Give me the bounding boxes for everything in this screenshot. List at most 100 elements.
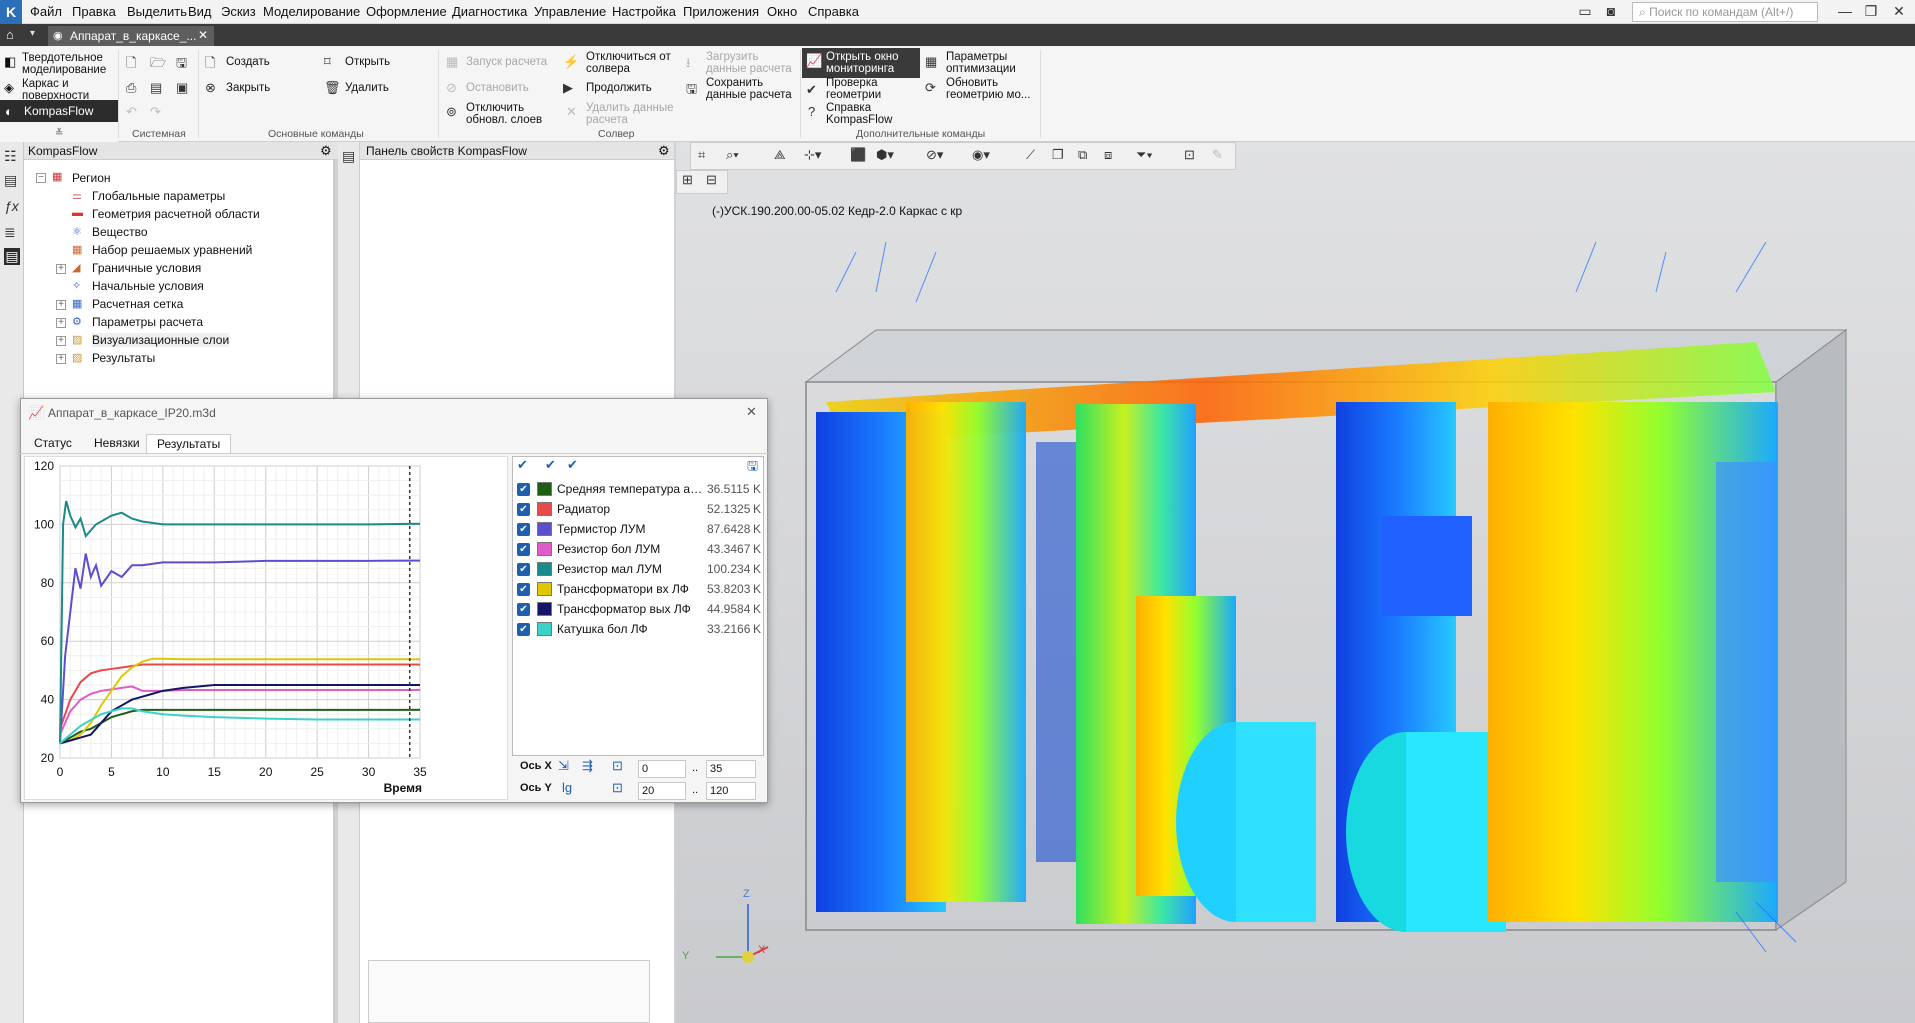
menu-sketch[interactable]: Эскиз [221,4,256,19]
y-max-input[interactable]: 120 [706,782,756,800]
print-icon[interactable]: ⎙ [126,80,136,96]
disable-layer-update-button[interactable]: Отключить обновл. слоев [466,102,556,126]
tree-item-results[interactable]: Результаты [92,351,155,365]
legend-row[interactable]: ✔ Резистор бол ЛУМ 43.3467 K [513,539,763,559]
legend-checkbox[interactable]: ✔ [517,623,530,636]
menu-edit[interactable]: Правка [72,4,116,19]
stop-button[interactable]: Остановить [466,82,529,94]
home-icon[interactable]: ⌂ [6,27,14,42]
close-window-icon[interactable]: ✕ [1886,1,1912,21]
gear-icon[interactable]: ⚙ [320,143,332,159]
expand-icon[interactable]: + [56,336,66,346]
gear-icon[interactable]: ⚙ [658,143,670,159]
tree-item-mesh[interactable]: Расчетная сетка [92,297,183,311]
save-all-icon[interactable]: ▣ [176,80,188,96]
x-axis-cursor-icon[interactable]: ⇲ [558,758,569,774]
menu-file[interactable]: Файл [30,4,62,19]
fx-icon[interactable]: ƒx [4,198,19,214]
list-icon[interactable]: ≣ [4,224,16,241]
expand-icon[interactable]: + [56,354,66,364]
x-axis-fit-icon[interactable]: ⊡ [612,758,623,774]
legend-row[interactable]: ✔ Средняя температура ап... 36.5115 K [513,479,763,499]
create-button[interactable]: Создать [226,56,270,68]
save-chart-icon[interactable]: 🖫 [747,457,758,479]
check-all-icon[interactable]: ✔ [517,457,528,473]
mode-solid-modeling[interactable]: Твердотельное моделирование [0,52,118,76]
mode-kompasflow[interactable]: KompasFlow [0,100,118,122]
results-line-chart[interactable]: 0 5 10 15 20 25 30 35 20 40 60 80 100 120 Время [24,456,508,800]
tab-status[interactable]: Статус [24,434,82,452]
check-geometry-button[interactable]: Проверка геометрии [826,77,918,101]
menu-help[interactable]: Справка [808,4,859,19]
menu-diagnostics[interactable]: Диагностика [452,4,527,19]
menu-view[interactable]: Вид [188,4,212,19]
optimization-params-button[interactable]: Параметры оптимизации [946,51,1036,75]
expand-icon[interactable]: + [56,318,66,328]
legend-row[interactable]: ✔ Термистор ЛУМ 87.6428 K [513,519,763,539]
legend-checkbox[interactable]: ✔ [517,543,530,556]
tree-item-calc-params[interactable]: Параметры расчета [92,315,203,329]
menu-window[interactable]: Окно [767,4,797,19]
update-geometry-button[interactable]: Обновить геометрию мо... [946,77,1040,101]
tab-document[interactable]: Аппарат_в_каркасе_... [48,26,214,46]
y-min-input[interactable]: 20 [638,782,686,800]
legend-row[interactable]: ✔ Трансформатор вых ЛФ 44.9584 K [513,599,763,619]
properties-panel-icon[interactable]: ▤ [342,148,355,165]
command-search-input[interactable]: ⌕ Поиск по командам (Alt+/) [1632,2,1818,22]
legend-checkbox[interactable]: ✔ [517,583,530,596]
collapse-root-icon[interactable]: − [36,173,46,183]
tree-item-substance[interactable]: Вещество [92,225,148,239]
legend-checkbox[interactable]: ✔ [517,523,530,536]
start-calc-button[interactable]: Запуск расчета [466,56,547,68]
uncheck-icon[interactable]: ✔ [567,457,578,473]
chevron-down-icon[interactable]: ▾ [30,28,35,39]
tree-root-region[interactable]: Регион [72,171,111,185]
new-file-icon[interactable]: 🗋 [126,54,136,76]
check-selected-icon[interactable]: ✔ [545,457,556,473]
layout-icon[interactable]: ▭ [1572,1,1598,21]
menu-design[interactable]: Оформление [366,4,447,19]
tab-residuals[interactable]: Невязки [84,434,150,452]
legend-checkbox[interactable]: ✔ [517,503,530,516]
menu-settings[interactable]: Настройка [612,4,676,19]
open-folder-icon[interactable]: 🗁 [150,54,166,76]
restore-icon[interactable]: ❐ [1858,1,1884,21]
legend-row[interactable]: ✔ Катушка бол ЛФ 33.2166 K [513,619,763,639]
menu-select[interactable]: Выделить [127,4,187,19]
close-tab-icon[interactable]: ✕ [198,28,208,42]
save-icon[interactable]: 🖫 [176,54,187,76]
delete-data-button[interactable]: Удалить данные расчета [586,102,682,126]
tree-item-geometry[interactable]: Геометрия расчетной области [92,207,260,221]
print-preview-icon[interactable]: ▤ [150,80,162,96]
x-axis-scale-icon[interactable]: ⇶ [582,758,593,774]
legend-row[interactable]: ✔ Радиатор 52.1325 K [513,499,763,519]
camera-icon[interactable]: ◙ [1598,1,1624,21]
tree-item-equations[interactable]: Набор решаемых уравнений [92,243,252,257]
legend-row[interactable]: ✔ Трансформатори вх ЛФ 53.8203 K [513,579,763,599]
close-button[interactable]: Закрыть [226,82,270,94]
kompasflow-panel-icon[interactable]: ▤ [4,248,20,265]
app-logo-icon[interactable]: K [0,0,22,24]
y-axis-fit-icon[interactable]: ⊡ [612,780,623,796]
menu-applications[interactable]: Приложения [683,4,759,19]
undo-icon[interactable]: ↶ [126,104,137,120]
x-min-input[interactable]: 0 [638,760,686,778]
expand-icon[interactable]: + [56,264,66,274]
legend-row[interactable]: ✔ Резистор мал ЛУМ 100.234 K [513,559,763,579]
tree-item-initial-conditions[interactable]: Начальные условия [92,279,204,293]
load-data-button[interactable]: Загрузить данные расчета [706,51,798,75]
legend-checkbox[interactable]: ✔ [517,563,530,576]
y-axis-log-icon[interactable]: lg [562,780,572,795]
x-max-input[interactable]: 35 [706,760,756,778]
tree-item-boundary-conditions[interactable]: Граничные условия [92,261,201,275]
tree-item-global-params[interactable]: Глобальные параметры [92,189,225,203]
resume-button[interactable]: Продолжить [586,82,652,94]
expand-icon[interactable]: + [56,300,66,310]
delete-button[interactable]: Удалить [345,82,389,94]
mode-wireframe-surfaces[interactable]: Каркас и поверхности [0,78,118,102]
redo-icon[interactable]: ↷ [150,104,161,120]
open-button[interactable]: Открыть [345,56,390,68]
detach-solver-button[interactable]: Отключиться от солвера [586,51,682,75]
dialog-close-icon[interactable]: ✕ [746,404,757,420]
menu-management[interactable]: Управление [534,4,606,19]
